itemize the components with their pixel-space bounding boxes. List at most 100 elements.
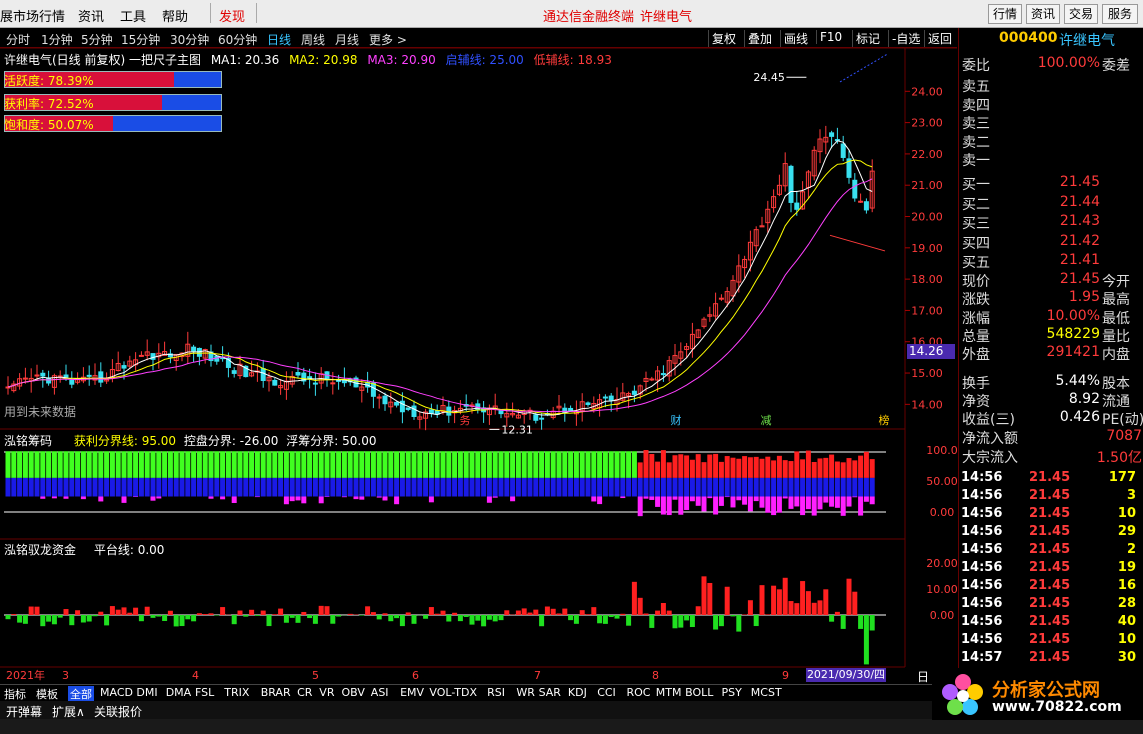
chip-bar-mid (469, 477, 475, 497)
chip-bar-top (846, 458, 852, 478)
chip-bar-top (92, 451, 98, 478)
expand-button[interactable]: 扩展∧ (52, 703, 85, 720)
fund-bar (220, 607, 226, 615)
chip-bar-top (196, 451, 202, 478)
chip-bar-top (307, 451, 313, 478)
fund-bar (776, 589, 782, 615)
bid-label: 买二 (962, 196, 990, 213)
fund-bar (440, 610, 446, 615)
fund-bar (272, 614, 278, 615)
quote-button[interactable]: 行情 (988, 4, 1022, 24)
chip-bar-top (707, 454, 713, 478)
candle-body (150, 353, 156, 360)
tab-指标[interactable]: 指标 (4, 686, 26, 702)
service-button[interactable]: 服务 (1102, 4, 1138, 24)
chip-bar-mid (254, 477, 260, 497)
fund-bar (173, 615, 179, 627)
tab-emv[interactable]: EMV (400, 686, 424, 699)
fund-bar (562, 608, 568, 615)
fund-bar (98, 611, 104, 615)
chip-bar-top (510, 451, 516, 478)
chip-bar-top (771, 460, 777, 478)
high-aux-line-mark (839, 53, 889, 83)
related-quote-button[interactable]: 关联报价 (94, 703, 142, 720)
chip-bar-mid (289, 477, 295, 497)
tab-boll[interactable]: BOLL (685, 686, 713, 699)
tick-price: 21.45 (1029, 578, 1071, 593)
tab-wr[interactable]: WR (516, 686, 535, 699)
tab-rsi[interactable]: RSI (487, 686, 505, 699)
chip-bar-top (220, 451, 226, 478)
tab-kdj[interactable]: KDJ (568, 686, 587, 699)
y-tick-label: 19.00 (911, 242, 943, 255)
chip-bar-mid (649, 477, 655, 497)
fund-bar (515, 610, 521, 615)
chip-bar-mid (266, 477, 272, 497)
chip-bar-top (330, 451, 336, 478)
candle-body (649, 378, 655, 381)
chip-bar-bottom (771, 496, 777, 516)
indicator-tabs: 指标 模板 全部 MACD DMI DMA FSL TRIX BRAR CR VR OBV ASI EMV… (0, 684, 957, 702)
tab-asi[interactable]: ASI (371, 686, 389, 699)
fund-bar (846, 578, 852, 615)
candle-body (428, 409, 434, 414)
tab-vr[interactable]: VR (319, 686, 334, 699)
tab-macd[interactable]: MACD (100, 686, 133, 699)
chip-bar-mid (109, 477, 115, 497)
tab-obv[interactable]: OBV (342, 686, 365, 699)
ask-label: 卖三 (962, 116, 990, 132)
stat-value: 291421 (1046, 344, 1100, 361)
chip-bar-mid (92, 477, 98, 497)
chip-bar-top (452, 451, 458, 478)
chip-bar-mid (283, 477, 289, 497)
chip-bar-top (579, 451, 585, 478)
chip-bar-mid (341, 477, 347, 497)
tab-brar[interactable]: BRAR (261, 686, 291, 699)
chip-bar-top (133, 451, 139, 478)
candle-body (22, 377, 28, 380)
tab-mcst[interactable]: MCST (751, 686, 782, 699)
chip-bar-mid (678, 477, 684, 497)
day-toggle[interactable]: 日 (917, 668, 929, 685)
chip-bar-top (556, 451, 562, 478)
future-data-note: 用到未来数据 (4, 405, 77, 419)
chip-bar-top (115, 451, 121, 478)
tab-vol-tdx[interactable]: VOL-TDX (429, 686, 477, 699)
chip-bar-top (446, 451, 452, 478)
danmaku-button[interactable]: 开弹幕 (6, 703, 42, 720)
chip-bar-bottom (643, 496, 649, 499)
tab-trix[interactable]: TRIX (224, 686, 249, 699)
chip-bar-mid (486, 477, 492, 497)
chip-bar-mid (86, 477, 92, 497)
news-button[interactable]: 资讯 (1026, 4, 1060, 24)
x-tick-label: 2021年 (6, 668, 45, 682)
trade-button[interactable]: 交易 (1064, 4, 1098, 24)
chip-bar-mid (133, 477, 139, 497)
chip-bar-mid (191, 477, 197, 497)
chip-bar-mid (428, 477, 434, 497)
tab-dma[interactable]: DMA (166, 686, 192, 699)
tab-sar[interactable]: SAR (539, 686, 561, 699)
tab-模板[interactable]: 模板 (36, 686, 58, 702)
tab-cr[interactable]: CR (297, 686, 312, 699)
fund-bars (4, 576, 886, 665)
x-tick-label: 5 (312, 669, 319, 682)
fund-bar (202, 614, 208, 615)
chip-bar-mid (104, 477, 110, 497)
fund-bar (829, 615, 835, 622)
fund-bar (678, 615, 684, 628)
tab-全部[interactable]: 全部 (68, 686, 94, 702)
chip-bar-top (243, 451, 249, 478)
chip-bar-top (353, 451, 359, 478)
chip-bar-mid (388, 477, 394, 497)
tab-dmi[interactable]: DMI (136, 686, 157, 699)
tab-mtm[interactable]: MTM (656, 686, 682, 699)
tick-qty: 177 (1108, 470, 1136, 485)
tab-psy[interactable]: PSY (722, 686, 742, 699)
chip-bar-mid (417, 477, 423, 497)
chip-bar-mid (330, 477, 336, 497)
fund-bar (283, 615, 289, 623)
tab-roc[interactable]: ROC (627, 686, 651, 699)
tab-fsl[interactable]: FSL (195, 686, 214, 699)
tab-cci[interactable]: CCI (597, 686, 616, 699)
